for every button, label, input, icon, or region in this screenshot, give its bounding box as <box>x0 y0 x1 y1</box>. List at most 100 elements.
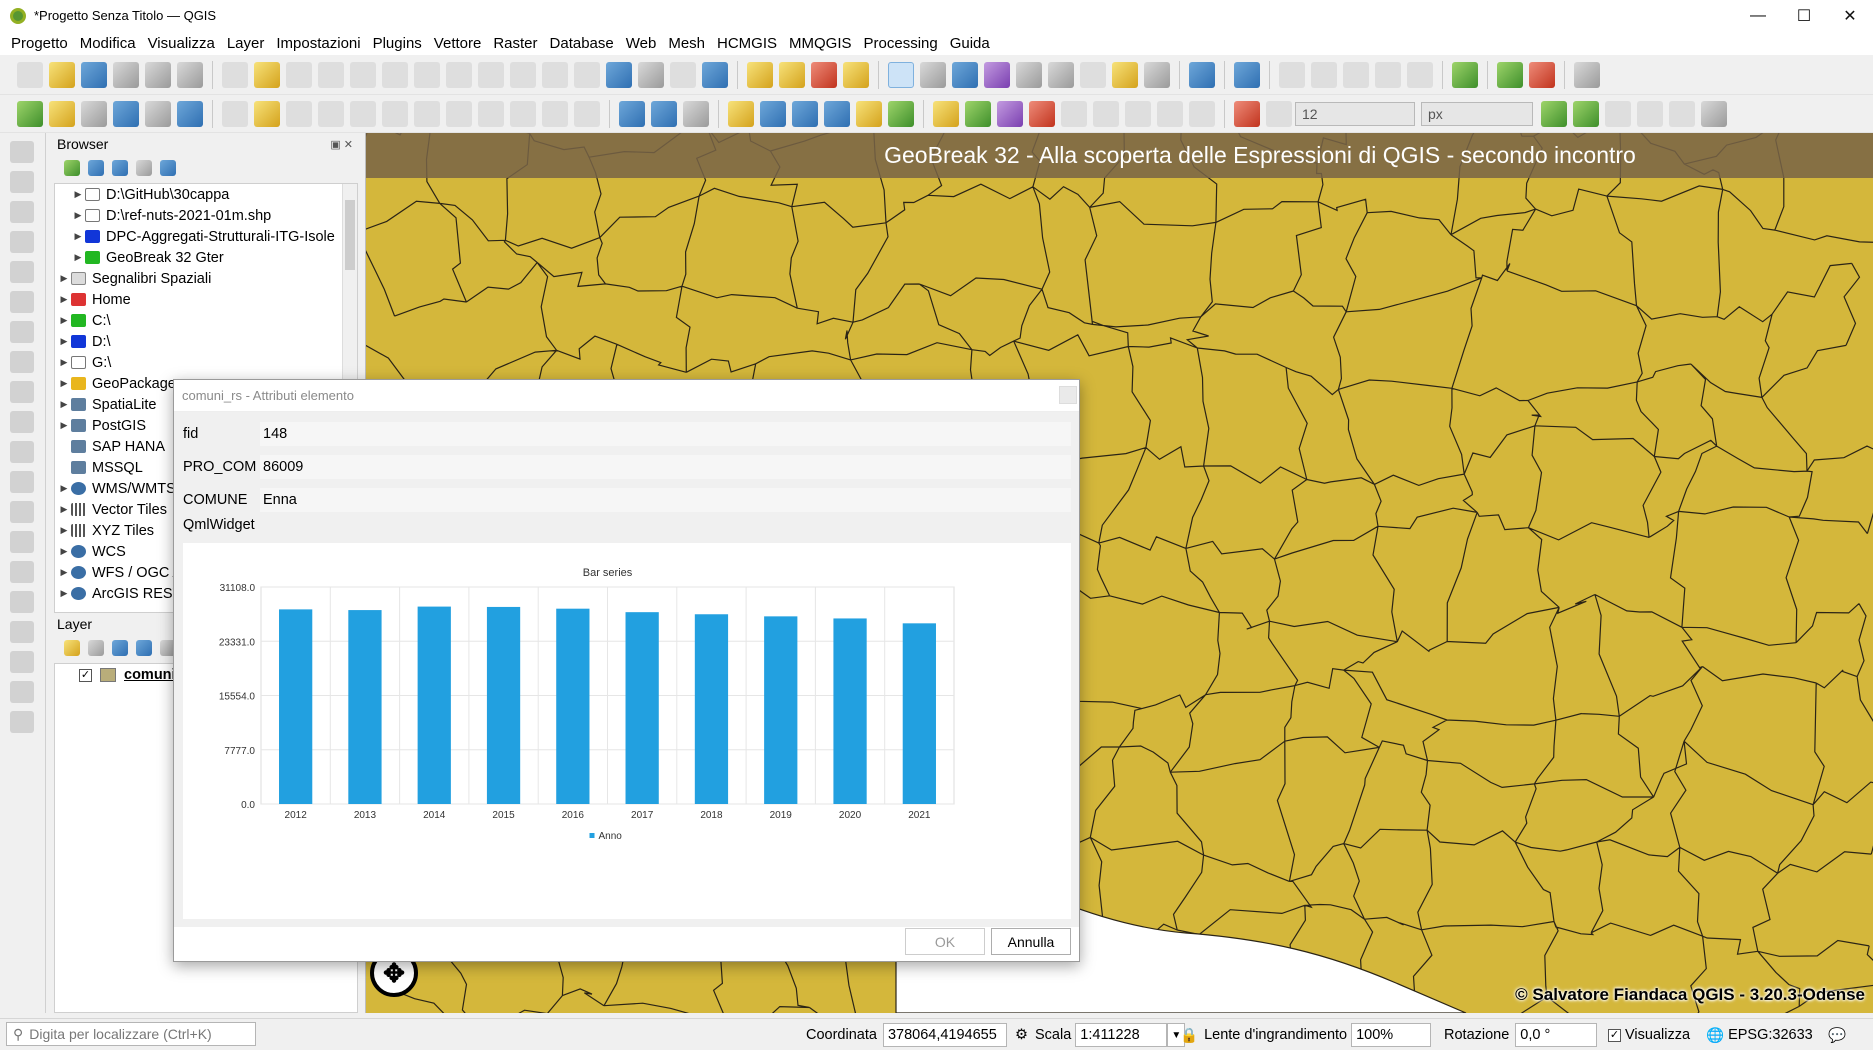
temporal-controller-icon[interactable] <box>670 61 696 88</box>
expand-arrow-icon[interactable]: ▶ <box>71 210 85 221</box>
georeferencer-icon[interactable] <box>683 100 709 127</box>
messages-icon[interactable]: 💬 <box>1828 1027 1846 1044</box>
menu-processing[interactable]: Processing <box>858 35 944 52</box>
data-source-manager-icon[interactable] <box>17 100 43 127</box>
open-field-calculator-icon[interactable] <box>1016 61 1042 88</box>
layer-diagram-icon[interactable] <box>965 100 991 127</box>
zoom-in-icon[interactable] <box>286 61 312 88</box>
add-group-icon[interactable] <box>88 640 104 656</box>
rotate-label-icon[interactable] <box>1125 100 1151 127</box>
save-project-icon[interactable] <box>81 61 107 88</box>
dialog-close-button[interactable] <box>1059 386 1077 404</box>
panel-float-close-icon[interactable]: ▣✕ <box>330 138 356 151</box>
browser-item[interactable]: ▶ D:\GitHub\30cappa <box>55 184 357 205</box>
expand-arrow-icon[interactable]: ▶ <box>57 546 71 557</box>
zoom-out-icon[interactable] <box>318 61 344 88</box>
kmz-export-icon[interactable] <box>792 100 818 127</box>
zoom-selection-icon[interactable] <box>382 61 408 88</box>
digitize-shape-3-icon[interactable] <box>1343 61 1369 88</box>
expand-arrow-icon[interactable]: ▶ <box>57 399 71 410</box>
crs-value[interactable]: EPSG:32633 <box>1728 1027 1813 1043</box>
pin-labels-icon[interactable] <box>1029 100 1055 127</box>
vtool-3-icon[interactable] <box>10 201 34 223</box>
browser-item[interactable]: ▶ G:\ <box>55 352 357 373</box>
show-bookmarks-icon[interactable] <box>638 61 664 88</box>
vtool-19-icon[interactable] <box>10 681 34 703</box>
reshape-icon[interactable] <box>1637 100 1663 127</box>
digitize-shape-2-icon[interactable] <box>1311 61 1337 88</box>
scale-combobox[interactable]: 1:411228 <box>1075 1023 1168 1047</box>
expand-arrow-icon[interactable]: ▶ <box>57 420 71 431</box>
cancel-button[interactable]: Annulla <box>991 928 1071 955</box>
label-properties-icon[interactable] <box>1189 100 1215 127</box>
vtool-7-icon[interactable] <box>10 321 34 343</box>
toggle-extents-icon[interactable]: ⚙ <box>1015 1027 1028 1043</box>
current-edits-icon[interactable] <box>222 100 248 127</box>
vtool-16-icon[interactable] <box>10 591 34 613</box>
layer-labeling-icon[interactable] <box>933 100 959 127</box>
menu-web[interactable]: Web <box>620 35 663 52</box>
manage-map-themes-icon[interactable] <box>112 640 128 656</box>
vtool-13-icon[interactable] <box>10 501 34 523</box>
layout-manager-icon[interactable] <box>145 61 171 88</box>
highlight-pinned-labels-icon[interactable] <box>997 100 1023 127</box>
browser-item[interactable]: ▶ D:\ref-nuts-2021-01m.shp <box>55 205 357 226</box>
vtool-17-icon[interactable] <box>10 621 34 643</box>
select-features-icon[interactable] <box>747 61 773 88</box>
select-by-expression-icon[interactable] <box>779 61 805 88</box>
attribute-table-icon[interactable] <box>920 61 946 88</box>
wms-globe-icon[interactable] <box>619 100 645 127</box>
expand-arrow-icon[interactable]: ▶ <box>71 231 85 242</box>
field-value-fid[interactable]: 148 <box>259 421 1072 447</box>
snapping-mode-icon[interactable] <box>1266 100 1292 127</box>
new-virtual-layer-icon[interactable] <box>145 100 171 127</box>
deselect-features-icon[interactable] <box>811 61 837 88</box>
vtool-5-icon[interactable] <box>10 261 34 283</box>
menu-raster[interactable]: Raster <box>487 35 543 52</box>
digitize-shape-1-icon[interactable] <box>1279 61 1305 88</box>
menu-impostazioni[interactable]: Impostazioni <box>270 35 366 52</box>
menu-plugins[interactable]: Plugins <box>367 35 428 52</box>
add-selected-layers-icon[interactable] <box>64 160 80 176</box>
search-plugin-icon[interactable] <box>1497 61 1523 88</box>
redo-icon[interactable] <box>574 100 600 127</box>
minimize-button[interactable]: — <box>1735 0 1781 31</box>
wfs-globe-icon[interactable] <box>651 100 677 127</box>
expand-arrow-icon[interactable]: ▶ <box>57 273 71 284</box>
unit-select[interactable]: px <box>1421 101 1533 126</box>
new-print-layout-icon[interactable] <box>113 61 139 88</box>
new-project-icon[interactable] <box>17 61 43 88</box>
new-bookmark-icon[interactable] <box>606 61 632 88</box>
change-label-icon[interactable] <box>1157 100 1183 127</box>
vtool-10-icon[interactable] <box>10 411 34 433</box>
zoom-next-icon[interactable] <box>510 61 536 88</box>
expand-arrow-icon[interactable]: ▶ <box>57 504 71 515</box>
vertex-tool-icon[interactable] <box>350 100 376 127</box>
help-icon[interactable] <box>1189 61 1215 88</box>
browser-item[interactable]: ▶ GeoBreak 32 Gter <box>55 247 357 268</box>
cut-features-icon[interactable] <box>446 100 472 127</box>
plugin-manager-icon[interactable] <box>1234 61 1260 88</box>
zoom-full-icon[interactable] <box>350 61 376 88</box>
html-export-icon[interactable] <box>824 100 850 127</box>
expand-arrow-icon[interactable]: ▶ <box>57 357 71 368</box>
add-vector-icon[interactable] <box>177 100 203 127</box>
toolbox-gear-icon[interactable] <box>952 61 978 88</box>
layer-visibility-checkbox[interactable]: ✓ <box>79 668 92 682</box>
render-checkbox[interactable]: ✓ <box>1608 1028 1621 1042</box>
annotation-icon[interactable] <box>1112 61 1138 88</box>
vtool-12-icon[interactable] <box>10 471 34 493</box>
digitize-shape-4-icon[interactable] <box>1375 61 1401 88</box>
browser-item[interactable]: ▶ DPC-Aggregati-Strutturali-ITG-Isole <box>55 226 357 247</box>
menu-progetto[interactable]: Progetto <box>5 35 74 52</box>
digitize-shape-5-icon[interactable] <box>1407 61 1433 88</box>
magnifier-spinbox[interactable]: 100% <box>1351 1023 1432 1047</box>
copy-features-icon[interactable] <box>478 100 504 127</box>
expand-arrow-icon[interactable]: ▶ <box>57 567 71 578</box>
close-button[interactable]: ✕ <box>1827 0 1873 31</box>
new-3d-view-icon[interactable] <box>574 61 600 88</box>
expand-arrow-icon[interactable]: ▶ <box>71 189 85 200</box>
profile-tool-icon[interactable] <box>1574 61 1600 88</box>
locator-search-input[interactable]: ⚲ Digita per localizzare (Ctrl+K) <box>6 1022 256 1046</box>
properties-info-icon[interactable] <box>160 160 176 176</box>
